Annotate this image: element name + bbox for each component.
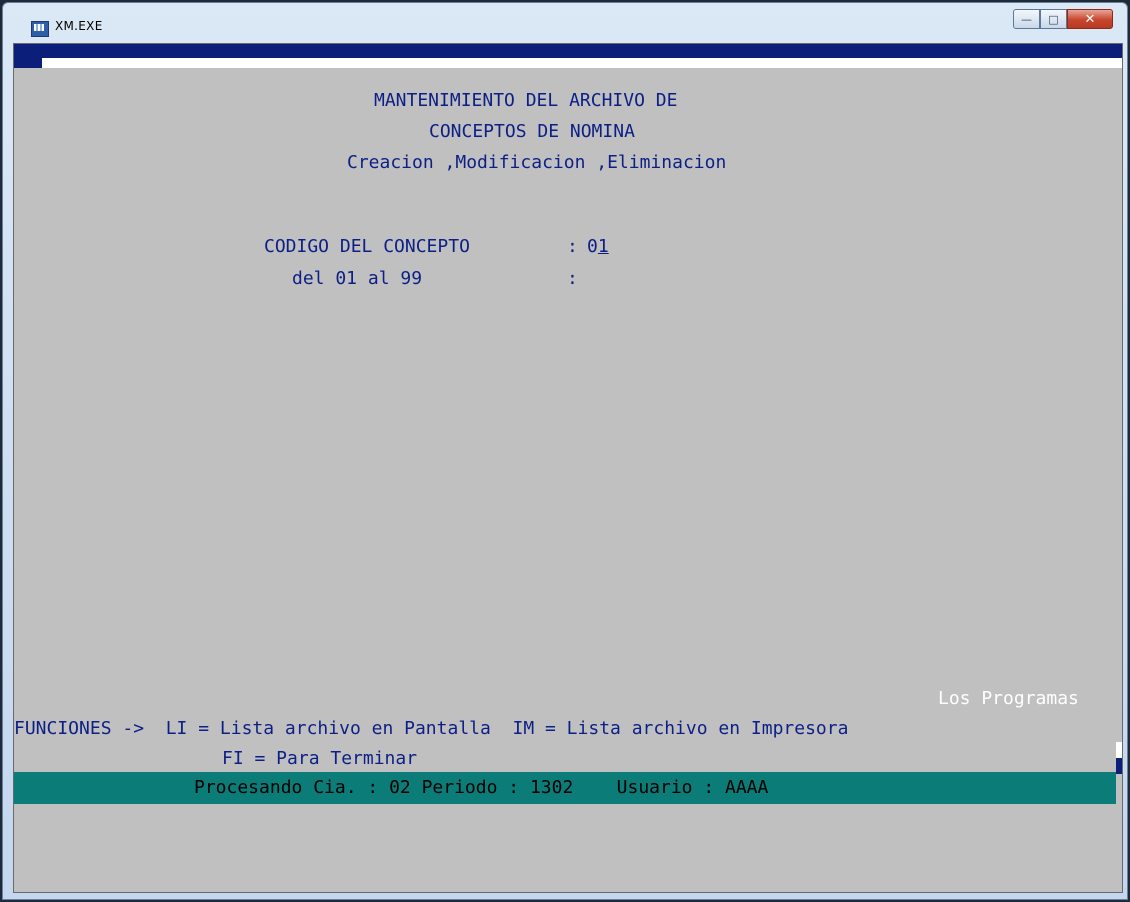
programs-label: Los Programas <box>938 688 1079 709</box>
maximize-icon: □ <box>1048 12 1059 26</box>
field-label: CODIGO DEL CONCEPTO <box>264 236 470 257</box>
text-cursor: 1 <box>597 236 609 257</box>
minimize-icon: — <box>1021 12 1032 26</box>
header-line-2: CONCEPTOS DE NOMINA <box>429 121 635 142</box>
field-hint: del 01 al 99 <box>292 268 423 289</box>
field-hint-separator: : <box>567 268 578 289</box>
dos-app-icon <box>31 21 49 37</box>
status-bar: Procesando Cia. : 02 Periodo : 1302 Usua… <box>14 772 1116 804</box>
header-line-1: MANTENIMIENTO DEL ARCHIVO DE <box>374 90 678 111</box>
functions-line-1: FUNCIONES -> LI = Lista archivo en Panta… <box>14 718 849 739</box>
app-window: XM.EXE — □ ✕ MANTENIMIENTO DEL ARCHIVO D… <box>2 2 1128 900</box>
status-text: Procesando Cia. : 02 Periodo : 1302 Usua… <box>194 777 769 798</box>
title-bar[interactable]: XM.EXE — □ ✕ <box>3 3 1127 43</box>
console-screen[interactable]: MANTENIMIENTO DEL ARCHIVO DE CONCEPTOS D… <box>13 43 1123 893</box>
close-icon: ✕ <box>1084 11 1096 27</box>
maximize-button[interactable]: □ <box>1040 9 1067 29</box>
minimize-button[interactable]: — <box>1013 9 1040 29</box>
scroll-indicator-blue <box>1116 758 1122 774</box>
close-button[interactable]: ✕ <box>1067 9 1113 29</box>
caption-buttons: — □ ✕ <box>1013 9 1113 29</box>
concept-code-value: 0 <box>587 236 598 257</box>
header-line-3: Creacion ,Modificacion ,Eliminacion <box>347 152 727 173</box>
window-title: XM.EXE <box>55 19 103 33</box>
console-top-bar <box>14 44 1122 68</box>
functions-line-2: FI = Para Terminar <box>222 748 418 769</box>
field-separator: : <box>567 236 578 257</box>
scroll-indicator-white <box>1116 742 1122 758</box>
concept-code-input[interactable]: 01 <box>587 236 609 258</box>
console-top-bar-highlight <box>42 58 1122 68</box>
